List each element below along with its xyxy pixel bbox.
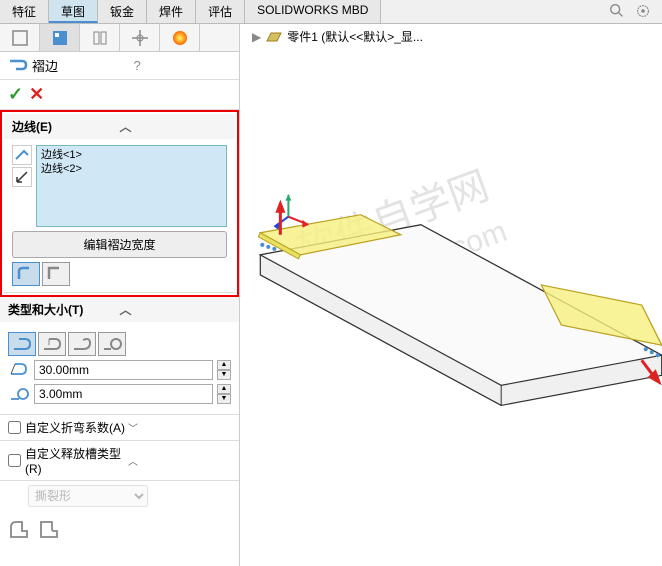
tab-sheetmetal[interactable]: 钣金: [98, 0, 147, 23]
spin-down[interactable]: ▼: [217, 370, 231, 380]
spin-up[interactable]: ▲: [217, 384, 231, 394]
spin-down[interactable]: ▼: [217, 394, 231, 404]
material-outside-icon[interactable]: [12, 262, 40, 286]
hem-type-teardrop-icon[interactable]: [68, 332, 96, 356]
custom-bend-checkbox[interactable]: [8, 421, 21, 434]
panel-tab-feature-tree[interactable]: [0, 24, 40, 51]
search-icon[interactable]: [608, 2, 626, 20]
gap-input[interactable]: [34, 384, 213, 404]
panel-tab-bar: [0, 24, 239, 52]
custom-bend-row: 自定义折弯系数(A) ﹀: [0, 415, 239, 441]
chevron-down-icon: ﹀: [128, 420, 231, 435]
ok-button[interactable]: ✓: [8, 84, 23, 105]
tab-feature[interactable]: 特征: [0, 0, 49, 23]
hem-type-rolled-icon[interactable]: [98, 332, 126, 356]
spin-up[interactable]: ▲: [217, 360, 231, 370]
panel-tab-config[interactable]: [80, 24, 120, 51]
relief-option2-icon[interactable]: [38, 519, 60, 541]
confirm-bar: ✓ ✕: [0, 80, 239, 110]
edge-select-icon[interactable]: [12, 145, 32, 165]
panel-tab-dimxpert[interactable]: [120, 24, 160, 51]
chevron-up-icon: ︿: [120, 301, 232, 318]
length-input[interactable]: [34, 360, 213, 380]
hem-type-closed-icon[interactable]: [8, 332, 36, 356]
property-manager-panel: 褶边 ? ✓ ✕ 边线(E) ︿: [0, 24, 240, 566]
type-section-header[interactable]: 类型和大小(T) ︿: [0, 297, 239, 322]
edge-list[interactable]: 边线<1> 边线<2>: [36, 145, 227, 227]
gap-icon: [8, 384, 30, 404]
edit-hem-width-button[interactable]: 编辑褶边宽度: [12, 231, 227, 258]
type-section: 类型和大小(T) ︿: [0, 297, 239, 415]
length-icon: [8, 360, 30, 380]
main-tab-bar: 特征 草图 钣金 焊件 评估 SOLIDWORKS MBD: [0, 0, 662, 24]
chevron-up-icon: ︿: [128, 453, 231, 468]
chevron-up-icon: ︿: [120, 118, 228, 135]
graphics-area[interactable]: ▶ 零件1 (默认<<默认>_显... 软件自学网www.rjzxw.com: [240, 24, 662, 566]
custom-relief-row: 自定义释放槽类型(R) ︿: [0, 441, 239, 481]
tab-weldment[interactable]: 焊件: [147, 0, 196, 23]
reverse-icon[interactable]: [12, 167, 32, 187]
tab-evaluate[interactable]: 评估: [196, 0, 245, 23]
view-icon[interactable]: [634, 2, 652, 20]
hem-type-open-icon[interactable]: [38, 332, 66, 356]
edge-section-header[interactable]: 边线(E) ︿: [4, 114, 235, 139]
hem-icon: [8, 57, 28, 75]
cancel-button[interactable]: ✕: [29, 84, 44, 105]
panel-tab-appearance[interactable]: [160, 24, 200, 51]
material-inside-icon[interactable]: [42, 262, 70, 286]
relief-option1-icon[interactable]: [8, 519, 30, 541]
custom-relief-checkbox[interactable]: [8, 454, 21, 467]
feature-header: 褶边 ?: [0, 52, 239, 80]
relief-type-select[interactable]: 撕裂形: [28, 485, 148, 507]
list-item[interactable]: 边线<2>: [41, 162, 222, 176]
model-view[interactable]: [240, 24, 662, 566]
help-icon[interactable]: ?: [134, 58, 232, 73]
panel-tab-property[interactable]: [40, 24, 80, 51]
tab-mbd[interactable]: SOLIDWORKS MBD: [245, 0, 381, 23]
feature-name: 褶边: [32, 56, 130, 75]
list-item[interactable]: 边线<1>: [41, 148, 222, 162]
tab-sketch[interactable]: 草图: [49, 0, 98, 23]
edge-section: 边线(E) ︿ 边线<1> 边线<2>: [4, 114, 235, 293]
